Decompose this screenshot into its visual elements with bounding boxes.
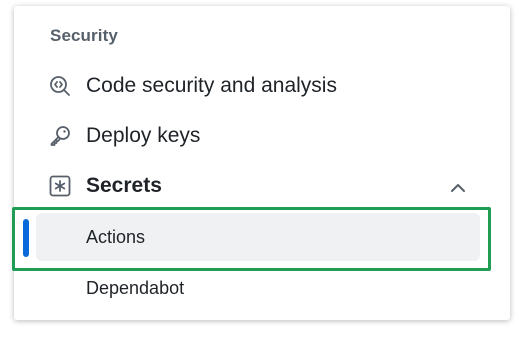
key-asterisk-icon xyxy=(48,174,72,198)
sidebar-item-secrets[interactable]: Secrets xyxy=(48,168,162,204)
sidebar-item-deploy-keys[interactable]: Deploy keys xyxy=(48,118,200,154)
section-heading-security: Security xyxy=(50,26,118,45)
sidebar-subitem-label: Dependabot xyxy=(86,277,185,298)
sidebar-item-label: Secrets xyxy=(86,174,162,197)
sidebar-item-code-security[interactable]: Code security and analysis xyxy=(48,68,337,104)
sidebar-subitem-dependabot[interactable]: Dependabot xyxy=(36,264,480,312)
codescan-icon xyxy=(48,74,72,98)
key-icon xyxy=(48,124,72,148)
settings-sidebar: Security Code security and analysis Depl… xyxy=(14,6,510,320)
active-indicator xyxy=(23,219,29,257)
sidebar-subitem-actions[interactable]: Actions xyxy=(36,213,480,261)
sidebar-subitem-label: Actions xyxy=(86,226,146,247)
chevron-up-icon[interactable] xyxy=(448,178,468,198)
sidebar-item-label: Deploy keys xyxy=(86,124,201,147)
sidebar-item-label: Code security and analysis xyxy=(86,74,337,97)
